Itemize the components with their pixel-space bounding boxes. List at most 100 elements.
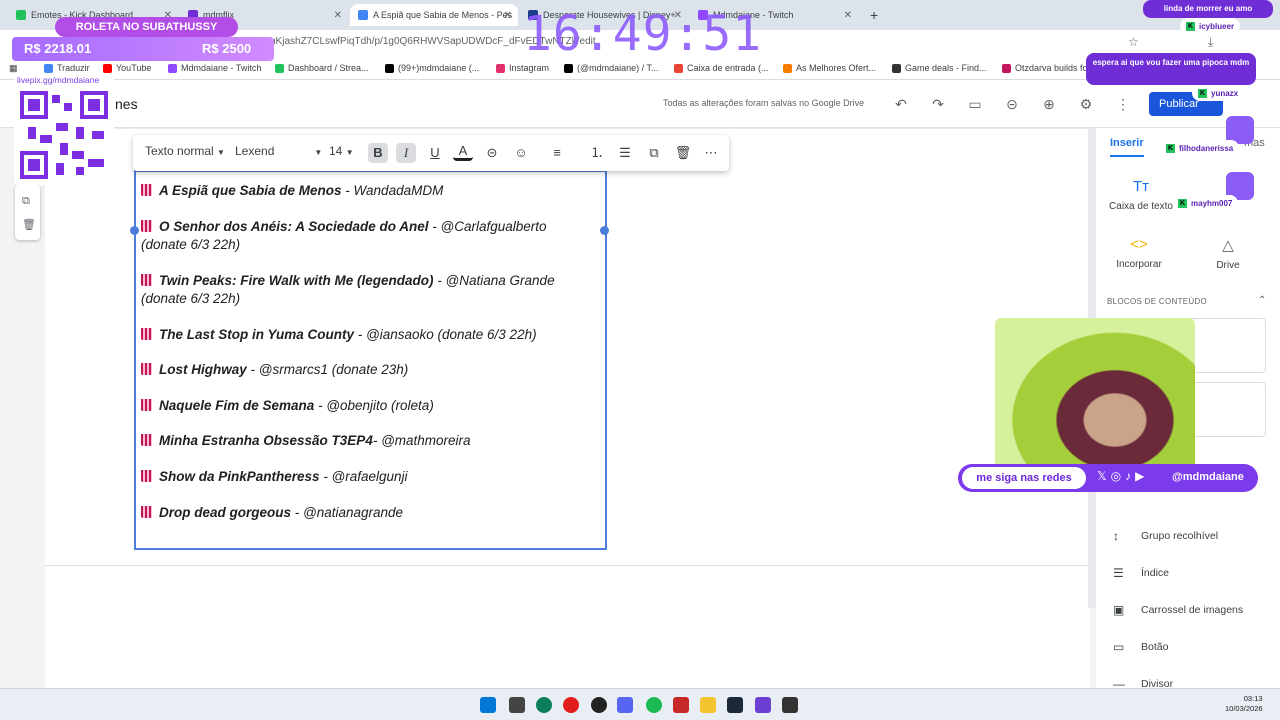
bookmark[interactable]: As Melhores Ofert... [783,63,876,73]
bookmark[interactable]: Otzdarva builds fo [1002,63,1088,73]
share-icon[interactable]: ⊕ [1039,94,1059,114]
insert-embed[interactable]: <> Incorporar [1106,236,1172,270]
bookmark[interactable]: (99+)mdmdaiane (... [385,63,479,73]
link-icon[interactable]: ⊝ [482,143,502,163]
twitch-icon [168,63,177,73]
underline-icon[interactable]: U [425,143,445,163]
opera-icon[interactable] [563,697,579,713]
app-icon[interactable] [673,697,689,713]
bookmark-star-icon[interactable]: ☆ [1128,35,1139,49]
redo-icon[interactable]: ↷ [928,94,948,114]
site-title[interactable]: nes [115,96,138,112]
close-tab-icon[interactable]: ✕ [844,10,852,21]
chat-username: Kyunazx [1192,85,1245,101]
numbered-list-icon[interactable]: ⒈ [587,143,607,163]
list-item[interactable]: Show da PinkPantheress - @rafaelgunji [141,468,591,486]
insert-drive[interactable]: △ Drive [1196,236,1260,271]
insert-text-box[interactable]: Tт Caixa de texto [1106,178,1176,212]
kick-icon: K [1178,198,1187,208]
resize-handle[interactable] [600,226,609,235]
bulleted-list-icon[interactable]: ☰ [615,143,635,163]
file-explorer-icon[interactable] [700,697,716,713]
align-icon[interactable]: ≡ [547,143,567,163]
insert-collapsible-group[interactable]: ↕ Grupo recolhível [1113,529,1218,543]
more-options-icon[interactable]: ⋯ [701,143,721,163]
download-icon[interactable]: ⤓ [1208,35,1213,50]
insert-button[interactable]: ▭ Botão [1113,640,1168,654]
preview-icon[interactable]: ▭ [965,94,985,114]
browser-tab-active[interactable]: A Espiã que Sabia de Menos - Pes ✕ [350,4,518,26]
list-item[interactable]: The Last Stop in Yuma County - @iansaoko… [141,326,591,344]
popcorn-icon [141,363,152,375]
app-icon[interactable] [782,697,798,713]
popcorn-icon [141,274,152,286]
app-icon[interactable] [755,697,771,713]
x-icon [564,63,573,73]
bookmark[interactable]: YouTube [103,63,151,73]
popcorn-icon [141,184,152,196]
link-icon[interactable]: ⊝ [1002,94,1022,114]
list-item[interactable]: Minha Estranha Obsessão T3EP4- @mathmore… [141,432,591,450]
section-divider [45,565,1090,566]
font-dropdown[interactable]: Lexend ▼ [235,144,322,158]
bookmark[interactable]: Instagram [496,63,549,73]
obs-icon[interactable] [591,697,607,713]
bookmark[interactable]: Traduzir [44,63,90,73]
chat-username: Kmayhm007 [1172,195,1239,211]
goal-target: R$ 2500 [202,41,252,56]
chevron-down-icon: ▼ [314,148,323,157]
font-size-dropdown[interactable]: 14 ▼ [329,144,354,158]
undo-icon[interactable]: ↶ [891,94,911,114]
steam-icon[interactable] [727,697,743,713]
bookmark[interactable]: Caixa de entrada (... [674,63,769,73]
windows-start-icon[interactable] [480,697,496,713]
delete-icon[interactable]: 🗑 [673,143,693,163]
spotify-icon[interactable] [646,697,662,713]
social-icons: 𝕏◎♪▶ [1097,469,1149,483]
chat-username: Kfilhodanerissa [1160,140,1240,156]
list-item[interactable]: Lost Highway - @srmarcs1 (donate 23h) [141,361,591,379]
discord-icon[interactable] [617,697,633,713]
emoji-icon[interactable]: ☺ [511,143,531,163]
layout-block[interactable] [1188,382,1266,437]
text-box-icon: Tт [1132,178,1150,195]
duplicate-icon[interactable]: ⧉ [22,195,30,208]
insert-table-of-contents[interactable]: ☰ Índice [1113,566,1169,580]
text-color-icon[interactable]: A [453,143,473,161]
drive-icon: △ [1222,237,1234,254]
list-item[interactable]: O Senhor dos Anéis: A Sociedade do Anel … [141,218,591,254]
edge-icon[interactable] [536,697,552,713]
more-options-icon[interactable]: ⋮ [1113,94,1133,114]
bookmark[interactable]: Mdmdaiane - Twitch [168,63,261,73]
close-tab-icon[interactable]: ✕ [334,10,342,21]
bookmark[interactable]: Game deals - Find... [892,63,987,73]
bookmark[interactable]: Dashboard / Strea... [275,63,369,73]
new-tab-icon[interactable]: + [862,4,884,26]
style-dropdown[interactable]: Texto normal ▼ [145,144,225,158]
list-item[interactable]: Naquele Fim de Semana - @obenjito (rolet… [141,397,591,415]
chat-username: Kicyblueer [1180,18,1241,34]
goal-current: R$ 2218.01 [24,41,92,56]
insert-image-carousel[interactable]: ▣ Carrossel de imagens [1113,603,1243,617]
delete-icon[interactable]: 🗑 [22,218,36,231]
chevron-up-icon[interactable]: ⌃ [1258,295,1266,306]
list-item[interactable]: Drop dead gorgeous - @natianagrande [141,504,591,522]
webcam-feed [995,318,1195,488]
list-item[interactable]: Twin Peaks: Fire Walk with Me (legendado… [141,272,591,308]
layout-block[interactable] [1188,318,1266,373]
duplicate-icon[interactable]: ⧉ [644,143,664,163]
task-view-icon[interactable] [509,697,525,713]
collapse-icon: ↕ [1113,529,1119,543]
bookmark[interactable]: (@mdmdaiane) / T... [564,63,659,73]
bold-icon[interactable]: B [368,143,388,163]
list-item[interactable]: A Espiã que Sabia de Menos - WandadaMDM [141,182,591,200]
system-clock[interactable]: 03:13 10/03/2026 [1225,694,1263,714]
kick-icon [16,10,26,20]
tab-insert[interactable]: Inserir [1110,137,1144,157]
close-tab-icon[interactable]: ✕ [504,10,512,21]
resize-handle[interactable] [130,226,139,235]
gamedeals-icon [892,63,901,73]
popcorn-icon [141,399,152,411]
settings-gear-icon[interactable]: ⚙ [1076,94,1096,114]
italic-icon[interactable]: I [396,143,416,163]
